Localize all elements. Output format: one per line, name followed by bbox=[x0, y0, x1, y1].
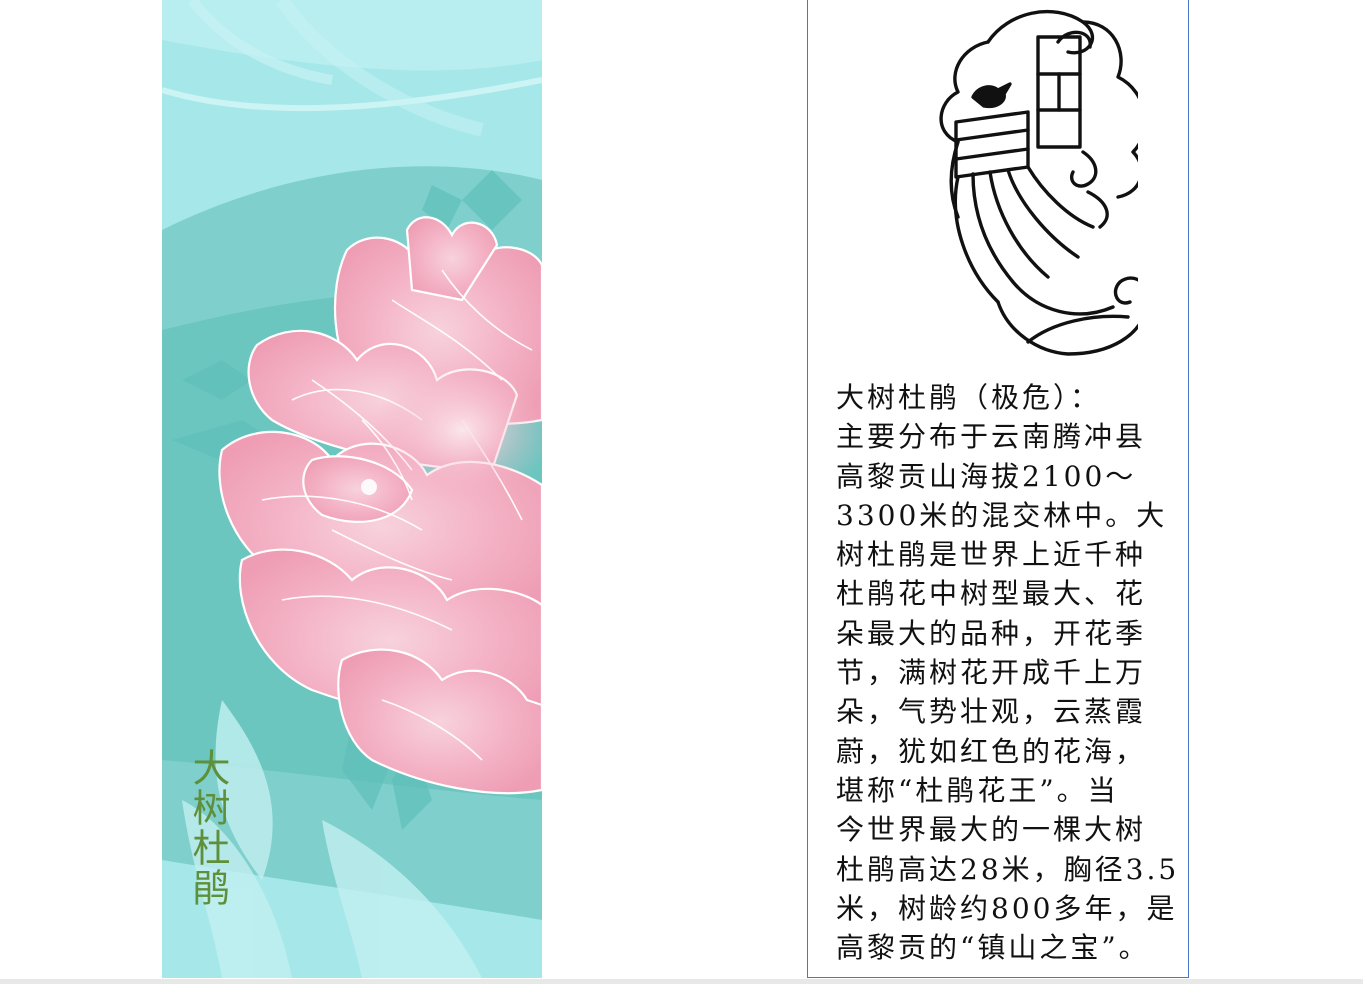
page: 大树杜鹃 大树杜鹃（极危）： 主要分布于云南腾冲县 高黎贡山海拔2100～ 33… bbox=[0, 0, 1363, 984]
info-card: 大树杜鹃（极危）： 主要分布于云南腾冲县 高黎贡山海拔2100～ 3300米的混交林中… bbox=[807, 0, 1189, 978]
description-line: 杜鹃花中树型最大、花 bbox=[836, 577, 1147, 611]
description-line: 杜鹃高达28米，胸径3.5 bbox=[836, 852, 1180, 886]
description-line: 今世界最大的一棵大树 bbox=[836, 813, 1147, 847]
description-line: 高黎贡山海拔2100～ bbox=[836, 459, 1137, 493]
description-line: 高黎贡的“镇山之宝”。 bbox=[836, 931, 1150, 965]
description-line: 3300米的混交林中。大 bbox=[836, 498, 1168, 532]
page-bottom-scroll-edge bbox=[0, 979, 1363, 984]
description-line: 米，树龄约800多年，是 bbox=[836, 891, 1178, 925]
species-description: 大树杜鹃（极危）： 主要分布于云南腾冲县 高黎贡山海拔2100～ 3300米的混交林中… bbox=[836, 378, 1186, 967]
vertical-title: 大树杜鹃 bbox=[186, 748, 230, 908]
description-line: 树杜鹃是世界上近千种 bbox=[836, 538, 1147, 572]
bookmark-illustration-panel: 大树杜鹃 bbox=[162, 0, 542, 978]
description-line: 大树杜鹃（极危）： bbox=[836, 381, 1102, 414]
description-line: 节，满树花开成千上万 bbox=[836, 656, 1147, 690]
description-line: 朵最大的品种，开花季 bbox=[836, 616, 1147, 650]
description-line: 主要分布于云南腾冲县 bbox=[836, 420, 1147, 454]
description-line: 堪称“杜鹃花王”。当 bbox=[836, 773, 1119, 807]
rhododendron-line-emblem-icon bbox=[939, 9, 1138, 356]
description-line: 朵，气势壮观，云蒸霞 bbox=[836, 695, 1147, 729]
description-line: 蔚，犹如红色的花海， bbox=[836, 734, 1147, 768]
